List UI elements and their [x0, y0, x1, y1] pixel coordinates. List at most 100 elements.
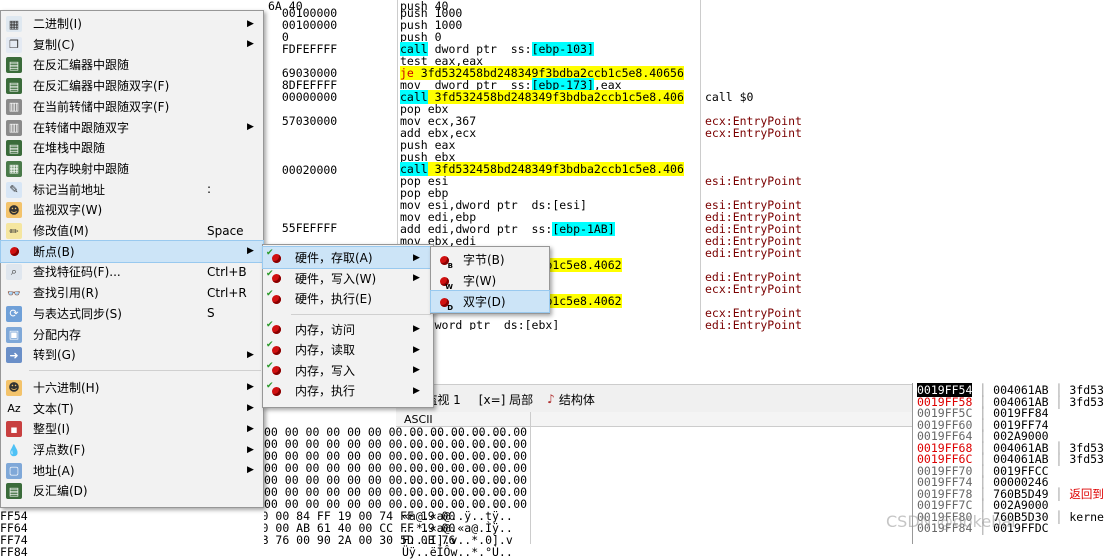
context-menu: ▦ 二进制(I) ▶ ❐ 复制(C) ▶ ▤ 在反汇编器中跟随 ▤ 在反汇编器中跟随双字(F) ▥ 在…: [0, 10, 264, 508]
menu-item-disasm-follow[interactable]: ▤ 在反汇编器中跟随: [1, 54, 263, 75]
menu-item-label: 在当前转储中跟随双字(F): [33, 99, 170, 114]
menu-item-stack-follow[interactable]: ▤ 在堆栈中跟随: [1, 137, 263, 158]
dump-tabs: ▣监视 1[x=] 局部♪结构体: [396, 384, 912, 414]
menu-item-hw-access[interactable]: ✔ 硬件，存取(A) ▶: [262, 246, 434, 269]
hw-exec-icon: ✔: [266, 289, 284, 307]
shortcut-label: Ctrl+R: [207, 285, 247, 300]
menu-item-label: 内存，写入: [295, 363, 356, 378]
menu-item-disasm-dword[interactable]: ▤ 在反汇编器中跟随双字(F): [1, 75, 263, 96]
shortcut-label: S: [207, 306, 215, 321]
menu-item-watch[interactable]: ☻ 监视双字(W): [1, 199, 263, 220]
menu-item-dword-bp[interactable]: D 双字(D): [430, 290, 550, 313]
struct-icon: ♪: [547, 392, 555, 406]
menu-item-dump-dword[interactable]: ▥ 在转储中跟随双字 ▶: [1, 117, 263, 138]
menu-item-mem-read[interactable]: ✔ 内存，读取 ▶: [263, 339, 433, 360]
dword-bp-icon: D: [436, 294, 453, 312]
mark-address-icon: ✎: [6, 181, 22, 198]
hw-write-icon: ✔: [266, 269, 284, 287]
menu-item-byte-bp[interactable]: B 字节(B): [431, 249, 549, 270]
tab-label: 结构体: [558, 392, 595, 407]
menu-item-disassembly[interactable]: ▤ 反汇编(D): [1, 480, 263, 501]
menu-item-label: 转到(G): [33, 348, 76, 363]
chevron-right-icon: ▶: [247, 423, 254, 434]
menu-item-find-pattern[interactable]: ⌕ 查找特征码(F)... Ctrl+B: [1, 261, 263, 282]
dump-dword-icon: ▥: [6, 119, 22, 136]
menu-item-integer[interactable]: ▪ 整型(I) ▶: [1, 418, 263, 439]
menu-item-find-refs[interactable]: 👓 查找引用(R) Ctrl+R: [1, 282, 263, 303]
integer-icon: ▪: [6, 421, 22, 438]
comment-text: edi:EntryPoint: [705, 318, 802, 332]
menu-item-hw-write[interactable]: ✔ 硬件，写入(W) ▶: [263, 268, 433, 289]
ascii-row: F...I].v..*.0].v: [402, 533, 513, 547]
mem-read-icon: ✔: [266, 340, 284, 358]
menu-item-mem-write[interactable]: ✔ 内存，写入 ▶: [263, 360, 433, 381]
menu-item-label: 内存，执行: [295, 384, 356, 398]
menu-item-binary[interactable]: ▦ 二进制(I) ▶: [1, 13, 263, 34]
chevron-right-icon: ▶: [413, 324, 420, 334]
comment-text: call $0: [705, 90, 754, 104]
menu-item-breakpoint[interactable]: 断点(B) ▶: [0, 239, 264, 263]
menu-item-label: 浮点数(F): [33, 443, 86, 457]
sync-icon: ⟳: [6, 305, 22, 322]
menu-item-edit-value[interactable]: ✏ 修改值(M) Space: [1, 220, 263, 241]
instruction-token: [ebp-103]: [531, 42, 594, 56]
chevron-right-icon: ▶: [247, 39, 254, 50]
text-icon: Aᴢ: [7, 402, 21, 416]
menu-item-label: 内存，访问: [295, 322, 356, 337]
chevron-right-icon: ▶: [247, 403, 254, 414]
menu-item-address[interactable]: ▢ 地址(A) ▶: [1, 460, 263, 481]
chevron-right-icon: ▶: [247, 382, 254, 393]
byte-bp-icon: B: [436, 252, 453, 270]
stack-comment: 返回到: [1069, 486, 1104, 501]
menu-item-word-bp[interactable]: W 字(W): [431, 270, 549, 291]
watermark: CSDN @dokebai: [886, 512, 1016, 531]
goto-icon: ➜: [6, 347, 22, 364]
menu-item-hex[interactable]: ☻ 十六进制(H) ▶: [1, 377, 263, 398]
menu-item-label: 硬件，存取(A): [295, 251, 373, 265]
breakpoint-size-submenu: B 字节(B) W 字(W) D 双字(D): [430, 246, 550, 314]
instruction-token: 3fd532458bd248349f3bdba2ccb1c5e8.406: [427, 90, 684, 104]
comment-text: ecx:EntryPoint: [705, 282, 802, 296]
copy-icon: ❐: [6, 36, 22, 53]
menu-item-sync[interactable]: ⟳ 与表达式同步(S) S: [1, 303, 263, 324]
menu-item-memmap-follow[interactable]: ▦ 在内存映射中跟随: [1, 158, 263, 179]
chevron-right-icon: ▶: [247, 18, 254, 29]
menu-item-float[interactable]: 💧 浮点数(F) ▶: [1, 439, 263, 460]
hex-dump[interactable]: 00 00 00 00 00 00 00 00 00 00 00 00 00 00…: [264, 426, 914, 544]
byte-row: FDFEFFFF: [268, 42, 338, 56]
byte-row: 57030000: [268, 114, 338, 128]
disasm-dword-icon: ▤: [6, 78, 22, 95]
disassembly-icon: ▤: [6, 483, 22, 500]
menu-item-goto[interactable]: ➜ 转到(G) ▶: [1, 344, 263, 365]
menu-item-mem-access[interactable]: ✔ 内存，访问 ▶: [263, 319, 433, 340]
tab-2[interactable]: [x=] 局部: [475, 391, 533, 408]
instruction-token: 3fd532458bd248349f3bdba2ccb1c5e8.406: [427, 162, 684, 176]
menu-item-label: 断点(B): [33, 244, 75, 259]
menu-item-mem-exec[interactable]: ✔ 内存，执行 ▶: [263, 380, 433, 401]
menu-item-label: 与表达式同步(S): [33, 306, 122, 321]
menu-item-mark-address[interactable]: ✎ 标记当前地址:: [1, 179, 263, 200]
menu-item-dump-follow[interactable]: ▥ 在当前转储中跟随双字(F): [1, 96, 263, 117]
menu-item-label: 字节(B): [463, 253, 505, 267]
shortcut-label: :: [207, 182, 212, 197]
hw-access-icon: ✔: [266, 248, 284, 266]
menu-item-label: 修改值(M): [33, 224, 89, 238]
menu-item-hw-exec[interactable]: ✔ 硬件，执行(E): [263, 288, 433, 309]
chevron-right-icon: ▶: [413, 344, 420, 355]
menu-item-label: 在内存映射中跟随: [33, 161, 130, 176]
comment-text: esi:EntryPoint: [705, 174, 802, 188]
tab-3[interactable]: ♪ 结构体: [547, 391, 595, 408]
dump-follow-icon: ▥: [6, 98, 22, 115]
menu-item-label: 查找引用(R): [33, 286, 99, 301]
menu-item-alloc-memory[interactable]: ▣ 分配内存: [1, 324, 263, 345]
menu-item-label: 分配内存: [33, 327, 82, 342]
stack-comment: 3fd532: [1069, 452, 1104, 466]
shortcut-label: Space: [207, 223, 244, 238]
byte-row: 00000000: [268, 90, 338, 104]
menu-item-text[interactable]: Aᴢ 文本(T) ▶: [1, 398, 263, 419]
divider: [530, 412, 531, 544]
comments-column: call $0 ecx:EntryPoint ecx:EntryPoint esi:E…: [700, 0, 1104, 332]
menu-item-label: 硬件，写入(W): [295, 271, 377, 286]
menu-item-copy[interactable]: ❐ 复制(C) ▶: [1, 34, 263, 55]
byte-row: 00020000: [268, 163, 338, 177]
